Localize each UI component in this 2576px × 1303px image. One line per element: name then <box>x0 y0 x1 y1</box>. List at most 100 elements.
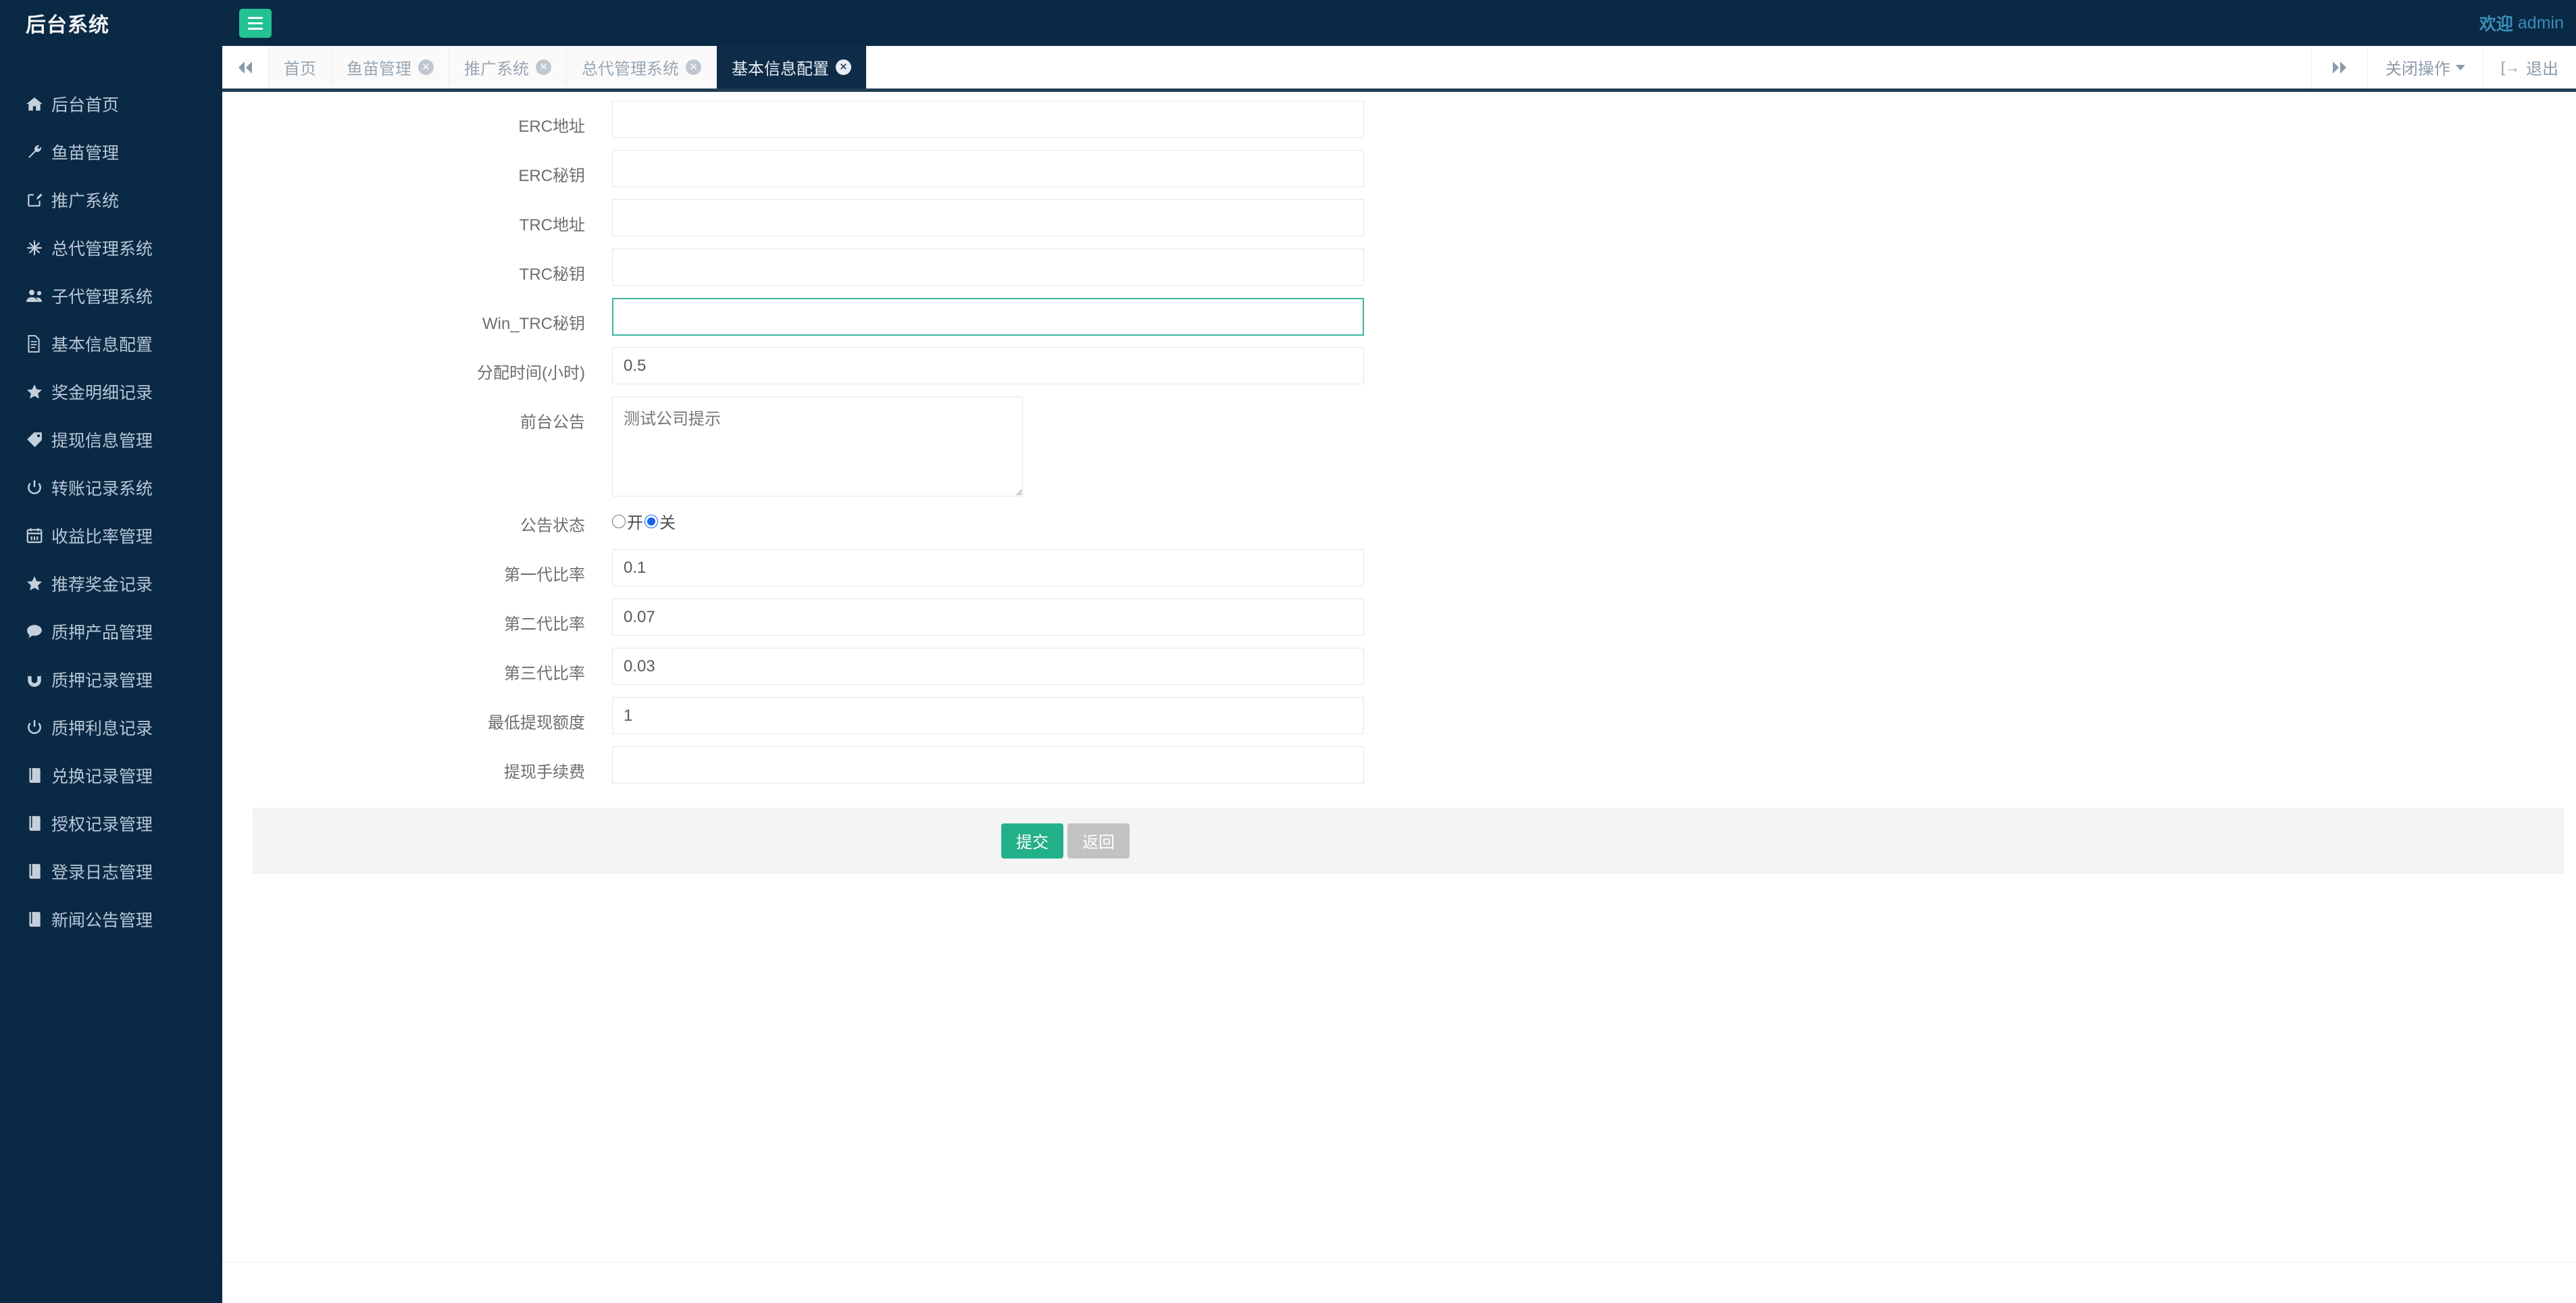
book-icon <box>26 767 51 784</box>
sidebar-item-4[interactable]: 总代管理系统 <box>0 224 222 272</box>
input-field-10[interactable] <box>612 598 1364 636</box>
star-icon <box>26 383 51 401</box>
field-label: ERC秘钥 <box>518 167 585 185</box>
sidebar-item-7[interactable]: 奖金明细记录 <box>0 367 222 415</box>
field-label: 分配时间(小时) <box>477 364 585 382</box>
radio-option-1[interactable]: 开 <box>612 509 643 533</box>
input-field-12[interactable] <box>612 697 1364 734</box>
edit-square-icon <box>26 191 51 209</box>
input-field-4[interactable] <box>612 249 1364 286</box>
input-field-2[interactable] <box>612 150 1364 187</box>
sidebar-item-1[interactable]: 后台首页 <box>0 80 222 128</box>
sidebar-item-label: 质押利息记录 <box>51 719 153 738</box>
field-wrapper <box>612 347 2576 384</box>
sidebar-item-17[interactable]: 登录日志管理 <box>0 847 222 895</box>
radio-input[interactable] <box>612 514 626 528</box>
sidebar-item-18[interactable]: 新闻公告管理 <box>0 895 222 943</box>
radio-option-2[interactable]: 关 <box>645 509 676 533</box>
tab-close-icon[interactable]: ✕ <box>686 59 701 75</box>
sidebar-item-11[interactable]: 推荐奖金记录 <box>0 559 222 607</box>
form-row: TRC秘钥 <box>222 249 2576 298</box>
form-row: 分配时间(小时) <box>222 347 2576 397</box>
form-row: 提现手续费 <box>222 746 2576 796</box>
radio-label: 开 <box>627 514 643 532</box>
input-field-5[interactable] <box>612 298 1364 336</box>
submit-button[interactable]: 提交 <box>1001 823 1063 859</box>
input-field-13[interactable] <box>612 746 1364 784</box>
field-wrapper <box>612 199 2576 236</box>
sidebar-item-label: 基本信息配置 <box>51 335 153 355</box>
sidebar-item-5[interactable]: 子代管理系统 <box>0 272 222 320</box>
welcome-prefix: 欢迎 <box>2479 15 2513 34</box>
sidebar-item-label: 新闻公告管理 <box>51 911 153 930</box>
sidebar-item-6[interactable]: 基本信息配置 <box>0 320 222 367</box>
sidebar-item-16[interactable]: 授权记录管理 <box>0 799 222 847</box>
hamburger-bar <box>248 17 263 19</box>
input-field-11[interactable] <box>612 648 1364 685</box>
input-field-9[interactable] <box>612 549 1364 586</box>
sidebar-item-label: 提现信息管理 <box>51 431 153 451</box>
sidebar-item-label: 授权记录管理 <box>51 815 153 834</box>
field-wrapper <box>612 697 2576 734</box>
tab-bar: 首页 鱼苗管理 ✕ 推广系统 ✕ 总代管理系统 ✕ 基本信息配置 ✕ 关闭操作 [→ 退出 <box>222 46 2576 92</box>
asterisk-icon <box>26 239 51 257</box>
sidebar-item-label: 推广系统 <box>51 191 120 211</box>
magnet-icon <box>26 671 51 688</box>
double-chevron-left-icon[interactable] <box>222 46 269 88</box>
radio-input[interactable] <box>645 514 658 528</box>
form-row: 前台公告 <box>222 397 2576 500</box>
sidebar-item-13[interactable]: 质押记录管理 <box>0 655 222 703</box>
sidebar-item-12[interactable]: 质押产品管理 <box>0 607 222 655</box>
announcement-status-radios: 开关 <box>612 500 2576 533</box>
logout-button[interactable]: [→ 退出 <box>2482 46 2576 88</box>
field-label: ERC地址 <box>518 118 585 136</box>
brand-title: 后台系统 <box>26 14 109 36</box>
tab-3[interactable]: 推广系统 ✕ <box>449 46 567 88</box>
tab-close-icon[interactable]: ✕ <box>836 59 851 75</box>
sidebar-item-label: 总代管理系统 <box>51 239 153 259</box>
sidebar-item-8[interactable]: 提现信息管理 <box>0 415 222 463</box>
back-button[interactable]: 返回 <box>1067 823 1130 859</box>
double-chevron-right-icon[interactable] <box>2310 46 2367 88</box>
sidebar-item-10[interactable]: 收益比率管理 <box>0 511 222 559</box>
sidebar-item-14[interactable]: 质押利息记录 <box>0 703 222 751</box>
field-label: 提现手续费 <box>504 763 585 782</box>
radio-label: 关 <box>659 514 676 532</box>
field-label: 最低提现额度 <box>488 714 585 732</box>
tab-2[interactable]: 鱼苗管理 ✕ <box>332 46 449 88</box>
tab-close-icon[interactable]: ✕ <box>536 59 551 75</box>
hamburger-icon[interactable] <box>239 9 272 38</box>
power-icon <box>26 479 51 496</box>
sidebar-item-3[interactable]: 推广系统 <box>0 176 222 224</box>
tab-label: 鱼苗管理 <box>347 60 411 78</box>
tab-label: 首页 <box>284 60 316 78</box>
sidebar-item-label: 后台首页 <box>51 95 120 115</box>
field-label: TRC秘钥 <box>519 265 585 284</box>
sidebar-item-9[interactable]: 转账记录系统 <box>0 463 222 511</box>
welcome-message: 欢迎 admin <box>2479 0 2564 46</box>
tab-1[interactable]: 首页 <box>269 46 332 88</box>
input-field-3[interactable] <box>612 199 1364 236</box>
input-field-1[interactable] <box>612 101 1364 138</box>
field-wrapper <box>612 150 2576 187</box>
form-row: 第二代比率 <box>222 598 2576 648</box>
close-operations-dropdown[interactable]: 关闭操作 <box>2367 46 2483 88</box>
announcement-textarea[interactable] <box>612 397 1023 496</box>
sidebar-item-2[interactable]: 鱼苗管理 <box>0 128 222 176</box>
calendar-icon <box>26 527 51 544</box>
input-field-6[interactable] <box>612 347 1364 384</box>
tab-5[interactable]: 基本信息配置 ✕ <box>717 46 867 88</box>
sidebar-item-label: 推荐奖金记录 <box>51 575 153 594</box>
field-wrapper <box>612 249 2576 286</box>
tab-close-icon[interactable]: ✕ <box>418 59 434 75</box>
sidebar-item-15[interactable]: 兑换记录管理 <box>0 751 222 799</box>
sidebar-nav: 后台首页鱼苗管理推广系统总代管理系统子代管理系统基本信息配置奖金明细记录提现信息… <box>0 80 222 943</box>
tabs-container: 首页 鱼苗管理 ✕ 推广系统 ✕ 总代管理系统 ✕ 基本信息配置 ✕ <box>269 46 867 88</box>
form-row: 第一代比率 <box>222 549 2576 598</box>
field-wrapper: 开关 <box>612 500 2576 533</box>
field-label: 公告状态 <box>520 517 585 535</box>
top-header: 欢迎 admin <box>222 0 2576 46</box>
sidebar-item-label: 鱼苗管理 <box>51 143 120 163</box>
tab-4[interactable]: 总代管理系统 ✕ <box>567 46 717 88</box>
field-wrapper <box>612 397 2576 500</box>
